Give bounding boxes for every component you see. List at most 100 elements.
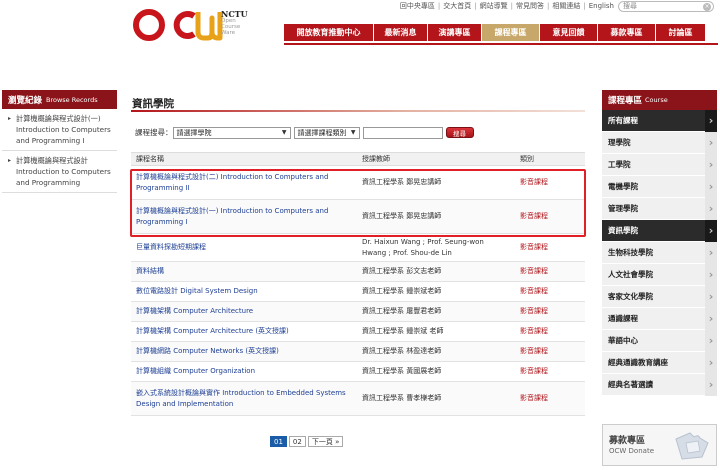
table-row[interactable]: 計算機概論與程式設計(一) Introduction to Computers …: [131, 199, 585, 234]
course-category-link[interactable]: 影音課程: [515, 361, 585, 382]
link-central[interactable]: 回中央專區: [400, 1, 435, 11]
puzzle-icon: [675, 432, 709, 460]
college-item-11[interactable]: 經典通識教育講座 ›: [602, 351, 717, 374]
table-row[interactable]: 計算機概論與程式設計(二) Introduction to Computers …: [131, 165, 585, 200]
table-row[interactable]: 計算機架構 Computer Architecture (英文授課) 資訊工程學系…: [131, 321, 585, 342]
course-teacher: Dr. Haixun Wang ; Prof. Seung-won Hwang …: [357, 233, 515, 262]
nav-tab-1[interactable]: 最新消息: [374, 24, 428, 41]
table-row[interactable]: 資料結構 資訊工程學系 彭文志老師 影音課程: [131, 261, 585, 282]
course-zone-title: 課程專區: [608, 96, 643, 106]
college-item-7[interactable]: 人文社會學院 ›: [602, 263, 717, 286]
clear-icon[interactable]: ×: [703, 2, 711, 11]
page-title: 資訊學院: [132, 98, 174, 110]
browse-record-link[interactable]: 計算機概論與程式設計 Introduction to Computers and…: [16, 155, 113, 188]
page-2-button[interactable]: 02: [288, 436, 306, 447]
college-item-label: 生物科技學院: [608, 248, 653, 257]
header-teacher: 授課教師: [357, 152, 515, 166]
course-category-link[interactable]: 影音課程: [515, 381, 585, 416]
course-name-link[interactable]: 計算機架構 Computer Architecture (英文授課): [131, 321, 357, 342]
nav-tab-6[interactable]: 討論區: [656, 24, 706, 41]
table-row[interactable]: 巨量資料探勘短期課程 Dr. Haixun Wang ; Prof. Seung-…: [131, 233, 585, 262]
college-item-label: 理學院: [608, 138, 631, 147]
next-page-button[interactable]: 下一頁 »: [307, 436, 344, 447]
course-teacher: 資訊工程學系 屠豐君老師: [357, 301, 515, 322]
college-item-0[interactable]: 所有課程 ›: [602, 109, 717, 132]
college-item-8[interactable]: 客家文化學院 ›: [602, 285, 717, 308]
table-row[interactable]: 數位電路設計 Digital System Design 資訊工程學系 鍾崇斌老師…: [131, 281, 585, 302]
search-placeholder: 搜尋: [623, 2, 637, 10]
link-related[interactable]: 相關連結: [552, 1, 580, 11]
course-category-link[interactable]: 影音課程: [515, 281, 585, 302]
category-select[interactable]: 請選擇課程類別 ▼: [293, 126, 360, 139]
course-category-link[interactable]: 影音課程: [515, 301, 585, 322]
chevron-right-icon: ›: [705, 285, 717, 308]
course-teacher: 資訊工程學系 黃國展老師: [357, 361, 515, 382]
course-name-link[interactable]: 計算機網路 Computer Networks (英文授課): [131, 341, 357, 362]
category-select-value: 請選擇課程類別: [297, 128, 347, 137]
chevron-right-icon: ›: [705, 329, 717, 352]
course-category-link[interactable]: 影音課程: [515, 341, 585, 362]
nav-tab-5[interactable]: 募款專區: [598, 24, 656, 41]
course-name-link[interactable]: 嵌入式系統設計概論與實作 Introduction to Embedded Sy…: [131, 381, 357, 416]
table-row[interactable]: 計算機組織 Computer Organization 資訊工程學系 黃國展老師影…: [131, 361, 585, 382]
course-category-link[interactable]: 影音課程: [515, 199, 585, 234]
chevron-right-icon: ›: [705, 241, 717, 264]
college-item-1[interactable]: 理學院 ›: [602, 131, 717, 154]
browse-record-item[interactable]: ▸ 計算機概論與程式設計 Introduction to Computers a…: [2, 151, 117, 193]
chevron-down-icon: ▼: [350, 128, 356, 136]
course-name-link[interactable]: 計算機架構 Computer Architecture: [131, 301, 357, 322]
course-teacher: 資訊工程學系 彭文志老師: [357, 261, 515, 282]
browse-records-title-en: Browse Records: [46, 95, 98, 104]
link-english[interactable]: English: [589, 2, 614, 10]
browse-record-link[interactable]: 計算機概論與程式設計(一) Introduction to Computers …: [16, 113, 113, 146]
course-name-link[interactable]: 數位電路設計 Digital System Design: [131, 281, 357, 302]
link-nctu-home[interactable]: 交大首頁: [443, 1, 471, 11]
chevron-right-icon: ›: [705, 351, 717, 374]
college-item-3[interactable]: 電機學院 ›: [602, 175, 717, 198]
college-item-9[interactable]: 通識課程 ›: [602, 307, 717, 330]
title-divider: [131, 110, 585, 112]
course-name-link[interactable]: 計算機概論與程式設計(一) Introduction to Computers …: [131, 199, 357, 234]
nav-tab-2[interactable]: 演講專區: [428, 24, 482, 41]
course-category-link[interactable]: 影音課程: [515, 261, 585, 282]
course-name-link[interactable]: 計算機組織 Computer Organization: [131, 361, 357, 382]
course-name-link[interactable]: 資料結構: [131, 261, 357, 282]
course-category-link[interactable]: 影音課程: [515, 165, 585, 200]
chevron-right-icon: ›: [705, 219, 717, 242]
search-input[interactable]: 搜尋 ×: [618, 0, 714, 12]
course-name-link[interactable]: 計算機概論與程式設計(二) Introduction to Computers …: [131, 165, 357, 200]
link-faq[interactable]: 常見問答: [516, 1, 544, 11]
table-row[interactable]: 計算機架構 Computer Architecture 資訊工程學系 屠豐君老師影…: [131, 301, 585, 322]
nav-underline: [284, 43, 718, 45]
course-teacher: 資訊工程學系 曹孝櫟老師: [357, 381, 515, 416]
college-item-label: 工學院: [608, 160, 631, 169]
course-name-link[interactable]: 巨量資料探勘短期課程: [131, 233, 357, 262]
course-zone-title-en: Course: [645, 96, 668, 104]
college-item-6[interactable]: 生物科技學院 ›: [602, 241, 717, 264]
college-item-4[interactable]: 管理學院 ›: [602, 197, 717, 220]
table-row[interactable]: 計算機網路 Computer Networks (英文授課) 資訊工程學系 林盈達…: [131, 341, 585, 362]
page-1-button[interactable]: 01: [270, 436, 287, 447]
nav-tab-4[interactable]: 意見回饋: [540, 24, 598, 41]
course-category-link[interactable]: 影音課程: [515, 233, 585, 262]
search-button[interactable]: 搜尋: [445, 127, 474, 138]
nav-tab-3[interactable]: 課程專區: [482, 24, 540, 41]
link-sitemap[interactable]: 網站導覽: [480, 1, 508, 11]
course-teacher: 資訊工程學系 鍾崇斌老師: [357, 281, 515, 302]
course-content: 資訊學院 課程搜尋： 請選擇學院 ▼ 請選擇課程類別 ▼ 搜尋: [131, 90, 585, 139]
course-category-link[interactable]: 影音課程: [515, 321, 585, 342]
college-item-12[interactable]: 經典名著選讀 ›: [602, 373, 717, 396]
header-course-name: 課程名稱: [131, 152, 357, 166]
nav-tab-0[interactable]: 開放教育推動中心: [284, 24, 374, 41]
donate-banner[interactable]: 募款專區 OCW Donate: [602, 424, 717, 466]
college-item-2[interactable]: 工學院 ›: [602, 153, 717, 176]
college-item-10[interactable]: 華語中心 ›: [602, 329, 717, 352]
keyword-input[interactable]: [362, 126, 443, 139]
header-category: 類別: [515, 152, 585, 166]
browse-records-panel: 瀏覽紀錄 Browse Records ▸ 計算機概論與程式設計(一) Intr…: [2, 90, 117, 193]
chevron-right-icon: ›: [705, 373, 717, 396]
college-select[interactable]: 請選擇學院 ▼: [172, 126, 291, 139]
browse-record-item[interactable]: ▸ 計算機概論與程式設計(一) Introduction to Computer…: [2, 109, 117, 151]
table-row[interactable]: 嵌入式系統設計概論與實作 Introduction to Embedded Sy…: [131, 381, 585, 416]
college-item-5[interactable]: 資訊學院 ›: [602, 219, 717, 242]
